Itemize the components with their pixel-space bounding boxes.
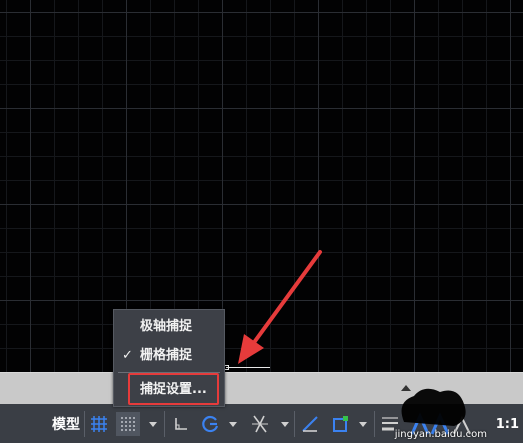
snap-dropdown-icon[interactable] <box>146 412 160 436</box>
menu-divider <box>118 372 220 373</box>
menu-item-polar-snap[interactable]: 极轴捕捉 <box>114 313 224 341</box>
separator <box>164 411 165 437</box>
snap-context-menu: 极轴捕捉 ✓ 栅格捕捉 捕捉设置... <box>113 309 225 407</box>
selection-cycling-icon[interactable] <box>328 412 352 436</box>
separator <box>374 411 375 437</box>
separator <box>84 411 85 437</box>
checkmark-icon: ✓ <box>122 348 133 363</box>
menu-item-grid-snap[interactable]: ✓ 栅格捕捉 <box>114 342 224 370</box>
watermark-text: jingyan.baidu.com <box>394 429 487 440</box>
polar-dropdown-icon[interactable] <box>226 412 240 436</box>
watermark-logo <box>401 388 466 426</box>
menu-item-label: 极轴捕捉 <box>140 319 193 334</box>
grid-display-icon[interactable] <box>88 412 110 436</box>
annotation-scale-label[interactable]: 1:1 <box>496 412 519 436</box>
ortho-icon[interactable] <box>170 412 192 436</box>
crosshair-cursor-line <box>226 367 270 368</box>
menu-item-snap-settings[interactable]: 捕捉设置... <box>114 376 224 404</box>
polar-tracking-icon[interactable] <box>198 412 222 436</box>
drawing-canvas[interactable] <box>0 0 523 372</box>
separator <box>294 411 295 437</box>
dynamic-ucs-icon[interactable] <box>298 412 322 436</box>
menu-item-label: 捕捉设置... <box>140 382 207 397</box>
cycling-dropdown-icon[interactable] <box>356 412 370 436</box>
menu-item-label: 栅格捕捉 <box>140 348 193 363</box>
model-space-button[interactable]: 模型 <box>48 412 84 436</box>
osnap-dropdown-icon[interactable] <box>278 412 292 436</box>
snap-mode-icon[interactable] <box>116 412 140 436</box>
object-snap-tracking-icon[interactable] <box>248 412 272 436</box>
